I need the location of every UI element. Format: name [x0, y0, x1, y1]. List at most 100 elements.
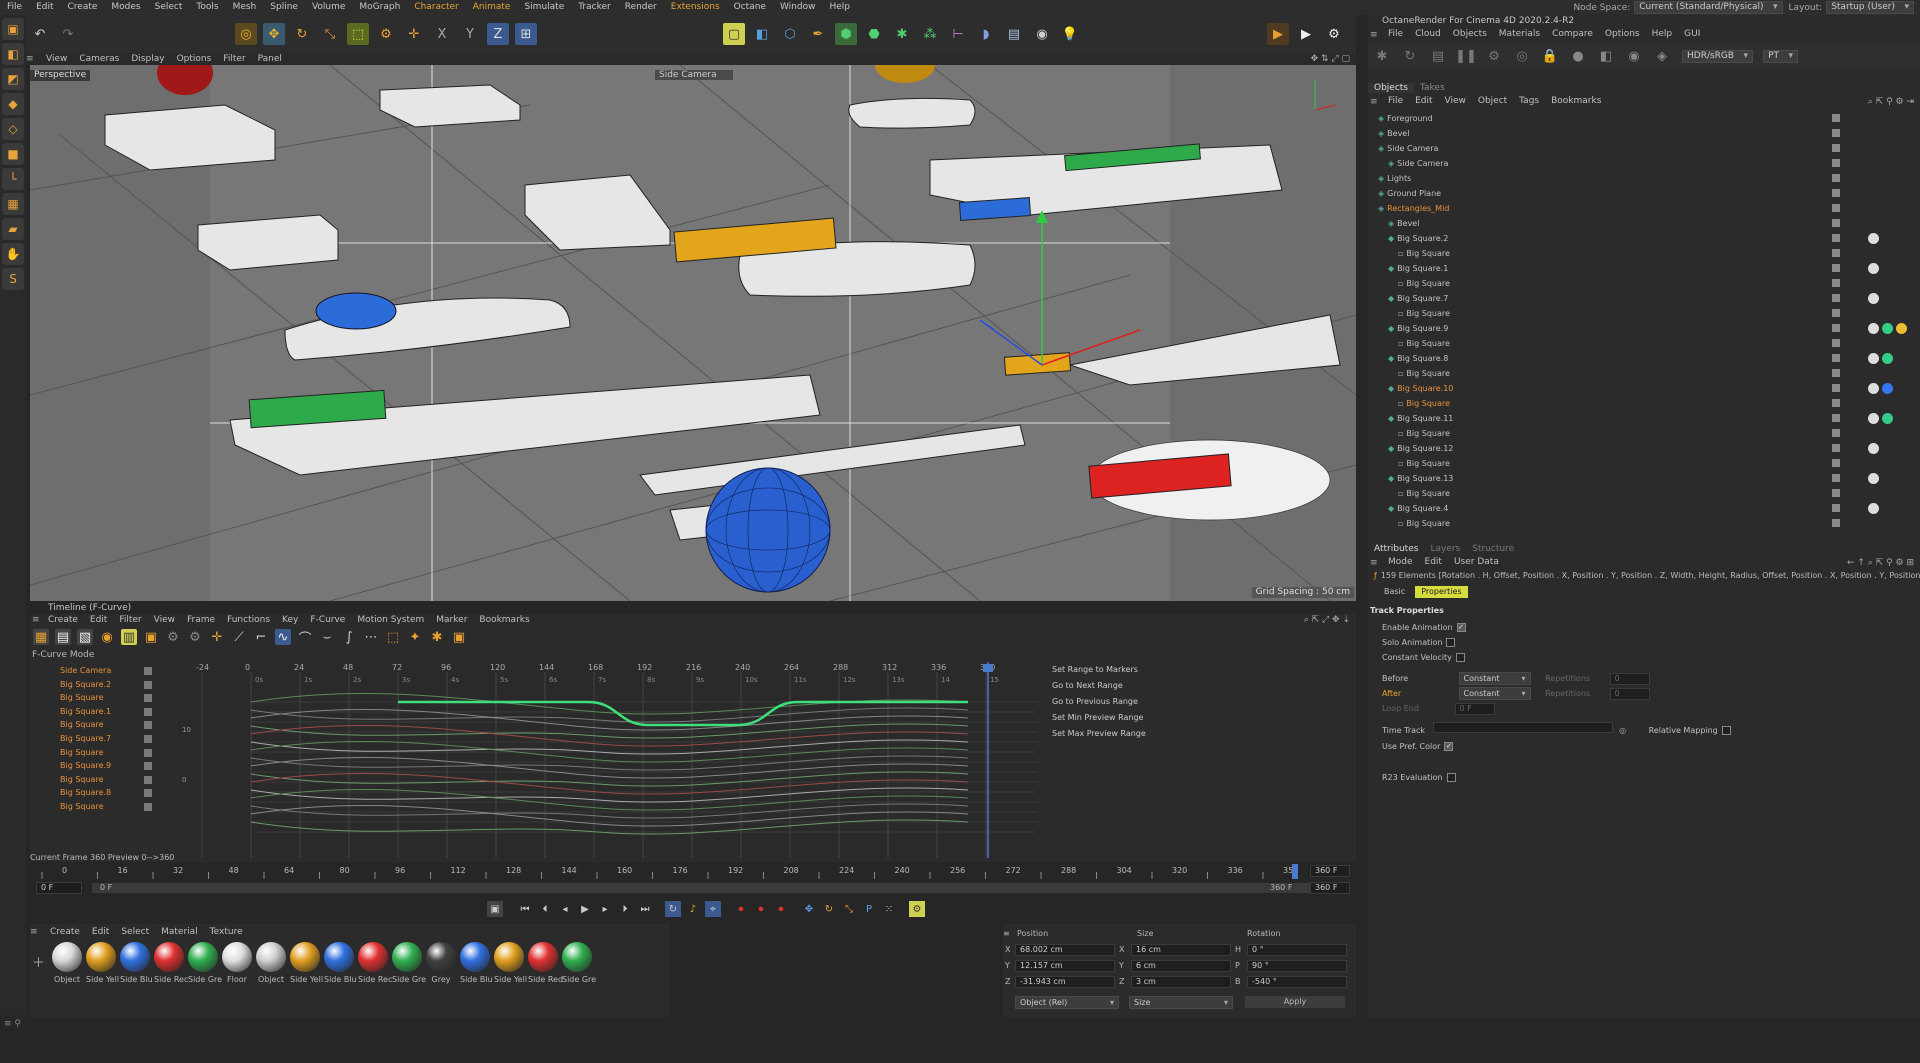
size-field[interactable]: 6 cm: [1131, 960, 1231, 972]
fcurve-track[interactable]: Big Square: [30, 800, 175, 814]
timeline-icon[interactable]: ▣: [487, 901, 503, 917]
object-row[interactable]: ▫ Big Square: [1368, 246, 1908, 261]
objects-menu-edit[interactable]: Edit: [1409, 95, 1438, 108]
octane-menu-objects[interactable]: Objects: [1447, 28, 1493, 41]
position-field[interactable]: -31.943 cm: [1015, 976, 1115, 988]
object-row[interactable]: ◈ Rectangles_Mid: [1368, 201, 1908, 216]
menu-mograph[interactable]: MoGraph: [352, 0, 407, 15]
material-tag-icon[interactable]: [1868, 323, 1879, 334]
tab-basic[interactable]: Basic: [1378, 586, 1411, 598]
octane-menu-materials[interactable]: Materials: [1493, 28, 1546, 41]
object-row[interactable]: ◈ Side Camera: [1368, 156, 1908, 171]
attributes-menu-edit[interactable]: Edit: [1419, 556, 1448, 569]
transform-icon[interactable]: ✛: [403, 23, 425, 45]
rotation-field[interactable]: 90 °: [1247, 960, 1347, 972]
material-menu-material[interactable]: Material: [155, 926, 204, 938]
object-row[interactable]: ▫ Big Square: [1368, 366, 1908, 381]
loop-icon[interactable]: ↻: [665, 901, 681, 917]
octane-send-icon[interactable]: ▤: [1427, 45, 1449, 67]
before-select[interactable]: Constant: [1458, 672, 1531, 685]
octane-menu-file[interactable]: File: [1382, 28, 1409, 41]
after-repetitions-field[interactable]: 0: [1609, 688, 1650, 700]
visibility-toggle[interactable]: [1832, 324, 1840, 332]
add-key-icon[interactable]: ✛: [209, 629, 225, 645]
timeline-menu-functions[interactable]: Functions: [221, 614, 276, 626]
field-icon[interactable]: ◗: [975, 23, 997, 45]
menu-simulate[interactable]: Simulate: [517, 0, 571, 15]
material-menu-edit[interactable]: Edit: [86, 926, 115, 938]
material-swatch[interactable]: Floor: [222, 942, 252, 984]
undo-icon[interactable]: ↶: [29, 23, 51, 45]
octane-hamburger-icon[interactable]: ≡: [1368, 30, 1382, 40]
select-tool-icon[interactable]: ⬚: [347, 23, 369, 45]
visibility-toggle[interactable]: [1832, 219, 1840, 227]
floor-icon[interactable]: ▤: [1003, 23, 1025, 45]
dopesheet-icon[interactable]: ▧: [77, 629, 93, 645]
texture-mode-icon[interactable]: ◩: [2, 68, 24, 90]
menu-edit[interactable]: Edit: [29, 0, 60, 15]
visibility-toggle[interactable]: [1832, 204, 1840, 212]
fcurve-track[interactable]: Big Square.8: [30, 786, 175, 800]
timeline-menu-f-curve[interactable]: F-Curve: [304, 614, 351, 626]
visibility-toggle[interactable]: [1832, 339, 1840, 347]
menu-render[interactable]: Render: [618, 0, 664, 15]
material-swatch[interactable]: Side Rec: [154, 942, 188, 984]
visibility-toggle[interactable]: [1832, 519, 1840, 527]
object-row[interactable]: ◆ Big Square.4: [1368, 501, 1908, 516]
object-row[interactable]: ▫ Big Square: [1368, 456, 1908, 471]
material-tag-icon[interactable]: [1882, 413, 1893, 424]
menu-spline[interactable]: Spline: [263, 0, 305, 15]
size-field[interactable]: 3 cm: [1131, 976, 1231, 988]
visibility-toggle[interactable]: [1832, 354, 1840, 362]
sound-icon[interactable]: ♪: [685, 901, 701, 917]
next-key-icon[interactable]: ⏵: [617, 901, 633, 917]
prev-key-icon[interactable]: ⏴: [537, 901, 553, 917]
material-menu-create[interactable]: Create: [44, 926, 86, 938]
material-swatch[interactable]: Side Yell: [86, 942, 119, 984]
record-key-icon[interactable]: ⏺: [733, 901, 749, 917]
object-row[interactable]: ◆ Big Square.11: [1368, 411, 1908, 426]
position-field[interactable]: 68.002 cm: [1015, 944, 1115, 956]
kernel-select[interactable]: PT: [1763, 49, 1799, 63]
fcurve-track[interactable]: Big Square.1: [30, 705, 175, 719]
object-row[interactable]: ◆ Big Square.13: [1368, 471, 1908, 486]
material-menu-select[interactable]: Select: [115, 926, 155, 938]
visibility-toggle[interactable]: [1832, 429, 1840, 437]
ease-both-icon[interactable]: ∫: [341, 629, 357, 645]
material-tag-icon[interactable]: [1882, 323, 1893, 334]
add-material-icon[interactable]: ＋: [32, 952, 45, 971]
object-row[interactable]: ▫ Big Square: [1368, 516, 1908, 531]
scale-key-icon[interactable]: ⤡: [841, 901, 857, 917]
visibility-toggle[interactable]: [1832, 279, 1840, 287]
before-repetitions-field[interactable]: 0: [1609, 673, 1650, 685]
material-tag-icon[interactable]: [1868, 503, 1879, 514]
octane-channels-icon[interactable]: ◈: [1651, 45, 1673, 67]
menu-extensions[interactable]: Extensions: [664, 0, 727, 15]
tab-attributes[interactable]: Attributes: [1368, 544, 1424, 554]
record-icon[interactable]: ⚙: [187, 629, 203, 645]
visibility-toggle[interactable]: [1832, 174, 1840, 182]
material-tag-icon[interactable]: [1868, 233, 1879, 244]
material-swatch[interactable]: Object: [52, 942, 82, 984]
menu-animate[interactable]: Animate: [466, 0, 518, 15]
sculpt-icon[interactable]: S: [2, 268, 24, 290]
material-swatch[interactable]: Side Yell: [494, 942, 527, 984]
menu-character[interactable]: Character: [407, 0, 465, 15]
step-interp-icon[interactable]: ⌐: [253, 629, 269, 645]
object-row[interactable]: ◈ Bevel: [1368, 216, 1908, 231]
timeline-menu-key[interactable]: Key: [276, 614, 304, 626]
action-go-to-next-range[interactable]: Go to Next Range: [1042, 678, 1157, 694]
subdivision-icon[interactable]: ⬢: [835, 23, 857, 45]
octane-circle-icon[interactable]: ●: [1567, 45, 1589, 67]
render-picture-viewer-icon[interactable]: ▶: [1295, 23, 1317, 45]
menu-modes[interactable]: Modes: [104, 0, 147, 15]
fcurve-track[interactable]: Big Square.2: [30, 678, 175, 692]
octane-restart-icon[interactable]: ↻: [1399, 45, 1421, 67]
visibility-toggle[interactable]: [1832, 459, 1840, 467]
r23-evaluation-checkbox[interactable]: [1446, 773, 1456, 782]
object-row[interactable]: ◈ Bevel: [1368, 126, 1908, 141]
octane-menu-gui[interactable]: GUI: [1678, 28, 1706, 41]
color-space-select[interactable]: HDR/sRGB: [1682, 49, 1754, 63]
redo-icon[interactable]: ↷: [57, 23, 79, 45]
bend-icon[interactable]: ⊢: [947, 23, 969, 45]
